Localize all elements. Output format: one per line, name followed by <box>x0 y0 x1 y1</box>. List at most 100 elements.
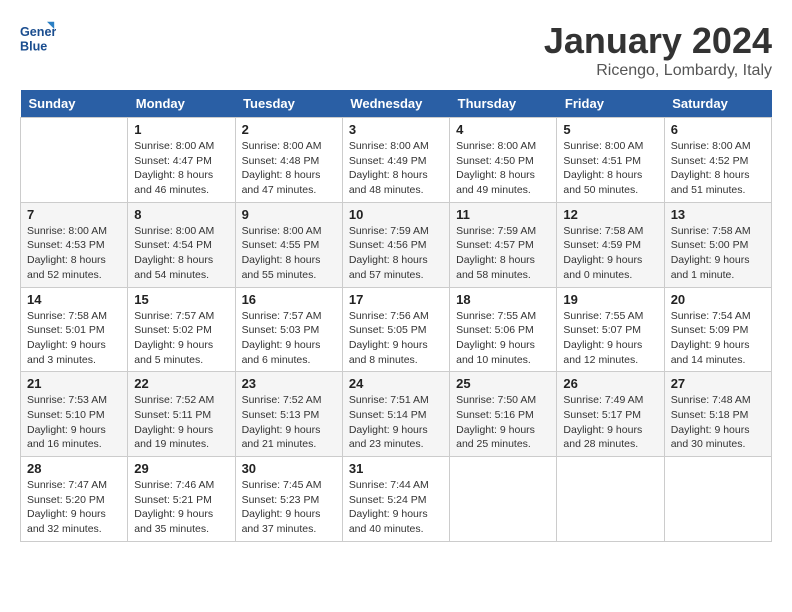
day-number: 1 <box>134 122 228 137</box>
calendar-table: SundayMondayTuesdayWednesdayThursdayFrid… <box>20 90 772 542</box>
calendar-cell: 24 Sunrise: 7:51 AMSunset: 5:14 PMDayligh… <box>342 372 449 457</box>
day-info: Sunrise: 8:00 AMSunset: 4:53 PMDaylight:… <box>27 224 121 283</box>
day-number: 9 <box>242 207 336 222</box>
calendar-cell: 13 Sunrise: 7:58 AMSunset: 5:00 PMDayligh… <box>664 202 771 287</box>
calendar-cell <box>664 457 771 542</box>
calendar-cell: 9 Sunrise: 8:00 AMSunset: 4:55 PMDaylight… <box>235 202 342 287</box>
day-info: Sunrise: 7:58 AMSunset: 4:59 PMDaylight:… <box>563 224 657 283</box>
calendar-cell: 22 Sunrise: 7:52 AMSunset: 5:11 PMDayligh… <box>128 372 235 457</box>
calendar-cell: 14Sunrise: 7:58 AMSunset: 5:01 PMDayligh… <box>21 287 128 372</box>
logo-icon: GeneralBlue <box>20 20 56 56</box>
day-info: Sunrise: 7:47 AMSunset: 5:20 PMDaylight:… <box>27 478 121 537</box>
day-number: 5 <box>563 122 657 137</box>
day-info: Sunrise: 7:52 AMSunset: 5:13 PMDaylight:… <box>242 393 336 452</box>
calendar-cell: 31 Sunrise: 7:44 AMSunset: 5:24 PMDayligh… <box>342 457 449 542</box>
day-info: Sunrise: 7:52 AMSunset: 5:11 PMDaylight:… <box>134 393 228 452</box>
calendar-cell <box>450 457 557 542</box>
calendar-cell: 16 Sunrise: 7:57 AMSunset: 5:03 PMDayligh… <box>235 287 342 372</box>
day-info: Sunrise: 7:49 AMSunset: 5:17 PMDaylight:… <box>563 393 657 452</box>
col-header-tuesday: Tuesday <box>235 90 342 118</box>
svg-text:General: General <box>20 25 56 39</box>
calendar-cell: 4 Sunrise: 8:00 AMSunset: 4:50 PMDaylight… <box>450 118 557 203</box>
logo: GeneralBlue <box>20 20 56 56</box>
day-info: Sunrise: 8:00 AMSunset: 4:52 PMDaylight:… <box>671 139 765 198</box>
calendar-cell: 21 Sunrise: 7:53 AMSunset: 5:10 PMDayligh… <box>21 372 128 457</box>
calendar-cell: 29 Sunrise: 7:46 AMSunset: 5:21 PMDayligh… <box>128 457 235 542</box>
calendar-cell: 2 Sunrise: 8:00 AMSunset: 4:48 PMDaylight… <box>235 118 342 203</box>
col-header-monday: Monday <box>128 90 235 118</box>
day-info: Sunrise: 8:00 AMSunset: 4:54 PMDaylight:… <box>134 224 228 283</box>
calendar-cell: 3Sunrise: 8:00 AMSunset: 4:49 PMDaylight… <box>342 118 449 203</box>
calendar-cell: 10 Sunrise: 7:59 AMSunset: 4:56 PMDayligh… <box>342 202 449 287</box>
day-info: Sunrise: 8:00 AMSunset: 4:48 PMDaylight:… <box>242 139 336 198</box>
day-info: Sunrise: 7:59 AMSunset: 4:57 PMDaylight:… <box>456 224 550 283</box>
day-info: Sunrise: 7:55 AMSunset: 5:06 PMDaylight:… <box>456 309 550 368</box>
day-info: Sunrise: 7:50 AMSunset: 5:16 PMDaylight:… <box>456 393 550 452</box>
col-header-wednesday: Wednesday <box>342 90 449 118</box>
calendar-cell: 30 Sunrise: 7:45 AMSunset: 5:23 PMDayligh… <box>235 457 342 542</box>
day-number: 7 <box>27 207 121 222</box>
day-number: 13 <box>671 207 765 222</box>
day-number: 4 <box>456 122 550 137</box>
title-area: January 2024 Ricengo, Lombardy, Italy <box>544 20 772 80</box>
day-info: Sunrise: 7:51 AMSunset: 5:14 PMDaylight:… <box>349 393 443 452</box>
day-number: 12 <box>563 207 657 222</box>
calendar-cell: 11 Sunrise: 7:59 AMSunset: 4:57 PMDayligh… <box>450 202 557 287</box>
day-info: Sunrise: 7:53 AMSunset: 5:10 PMDaylight:… <box>27 393 121 452</box>
calendar-cell <box>557 457 664 542</box>
day-number: 17 <box>349 292 443 307</box>
page-header: GeneralBlue January 2024 Ricengo, Lombar… <box>20 20 772 80</box>
calendar-cell: 19 Sunrise: 7:55 AMSunset: 5:07 PMDayligh… <box>557 287 664 372</box>
day-info: Sunrise: 7:57 AMSunset: 5:02 PMDaylight:… <box>134 309 228 368</box>
day-info: Sunrise: 7:44 AMSunset: 5:24 PMDaylight:… <box>349 478 443 537</box>
svg-text:Blue: Blue <box>20 40 47 54</box>
month-title: January 2024 <box>544 20 772 62</box>
calendar-cell: 15 Sunrise: 7:57 AMSunset: 5:02 PMDayligh… <box>128 287 235 372</box>
day-number: 29 <box>134 461 228 476</box>
day-info: Sunrise: 7:57 AMSunset: 5:03 PMDaylight:… <box>242 309 336 368</box>
calendar-cell: 17 Sunrise: 7:56 AMSunset: 5:05 PMDayligh… <box>342 287 449 372</box>
day-info: Sunrise: 7:48 AMSunset: 5:18 PMDaylight:… <box>671 393 765 452</box>
day-number: 22 <box>134 376 228 391</box>
day-number: 21 <box>27 376 121 391</box>
calendar-cell: 6 Sunrise: 8:00 AMSunset: 4:52 PMDaylight… <box>664 118 771 203</box>
day-number: 16 <box>242 292 336 307</box>
calendar-cell: 5Sunrise: 8:00 AMSunset: 4:51 PMDaylight… <box>557 118 664 203</box>
calendar-cell: 23 Sunrise: 7:52 AMSunset: 5:13 PMDayligh… <box>235 372 342 457</box>
calendar-cell: 8 Sunrise: 8:00 AMSunset: 4:54 PMDaylight… <box>128 202 235 287</box>
calendar-cell: 25 Sunrise: 7:50 AMSunset: 5:16 PMDayligh… <box>450 372 557 457</box>
day-info: Sunrise: 7:58 AMSunset: 5:00 PMDaylight:… <box>671 224 765 283</box>
day-number: 2 <box>242 122 336 137</box>
day-number: 18 <box>456 292 550 307</box>
day-number: 28 <box>27 461 121 476</box>
day-number: 6 <box>671 122 765 137</box>
calendar-cell: 1 Sunrise: 8:00 AMSunset: 4:47 PMDaylight… <box>128 118 235 203</box>
day-number: 31 <box>349 461 443 476</box>
day-number: 20 <box>671 292 765 307</box>
day-info: Sunrise: 7:56 AMSunset: 5:05 PMDaylight:… <box>349 309 443 368</box>
day-number: 11 <box>456 207 550 222</box>
day-info: Sunrise: 7:45 AMSunset: 5:23 PMDaylight:… <box>242 478 336 537</box>
day-number: 26 <box>563 376 657 391</box>
day-info: Sunrise: 8:00 AMSunset: 4:50 PMDaylight:… <box>456 139 550 198</box>
day-info: Sunrise: 7:59 AMSunset: 4:56 PMDaylight:… <box>349 224 443 283</box>
calendar-cell <box>21 118 128 203</box>
day-info: Sunrise: 7:54 AMSunset: 5:09 PMDaylight:… <box>671 309 765 368</box>
day-number: 19 <box>563 292 657 307</box>
day-info: Sunrise: 8:00 AMSunset: 4:47 PMDaylight:… <box>134 139 228 198</box>
day-number: 15 <box>134 292 228 307</box>
day-info: Sunrise: 7:55 AMSunset: 5:07 PMDaylight:… <box>563 309 657 368</box>
day-number: 27 <box>671 376 765 391</box>
day-number: 14 <box>27 292 121 307</box>
day-info: Sunrise: 8:00 AMSunset: 4:55 PMDaylight:… <box>242 224 336 283</box>
day-number: 30 <box>242 461 336 476</box>
day-number: 3 <box>349 122 443 137</box>
day-number: 23 <box>242 376 336 391</box>
calendar-cell: 20 Sunrise: 7:54 AMSunset: 5:09 PMDayligh… <box>664 287 771 372</box>
day-number: 8 <box>134 207 228 222</box>
calendar-cell: 28 Sunrise: 7:47 AMSunset: 5:20 PMDayligh… <box>21 457 128 542</box>
day-number: 24 <box>349 376 443 391</box>
day-number: 25 <box>456 376 550 391</box>
day-info: Sunrise: 7:46 AMSunset: 5:21 PMDaylight:… <box>134 478 228 537</box>
day-number: 10 <box>349 207 443 222</box>
